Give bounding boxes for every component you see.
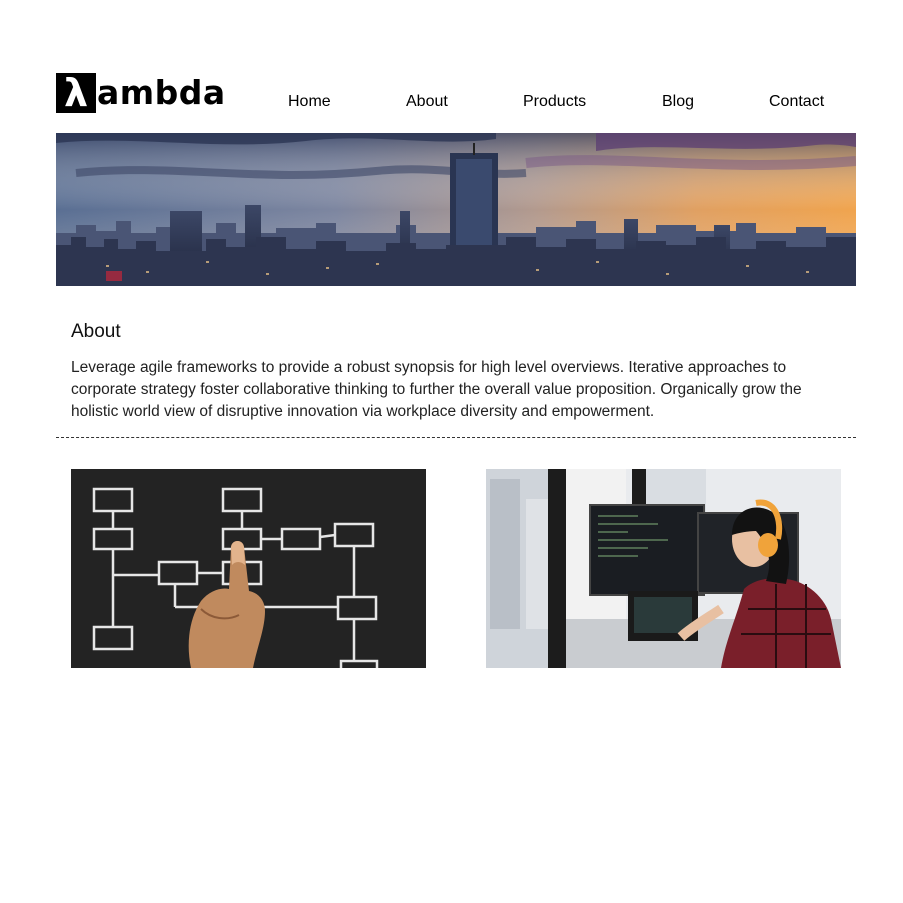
flowchart-image <box>71 469 426 668</box>
section-divider <box>56 437 856 438</box>
about-heading: About <box>71 321 121 342</box>
page: λ ambda Home About Products Blog Contact <box>0 0 903 903</box>
nav-blog[interactable]: Blog <box>662 93 694 111</box>
nav-home[interactable]: Home <box>288 93 331 111</box>
nav-contact[interactable]: Contact <box>769 93 824 111</box>
main-nav: Home About Products Blog Contact <box>0 93 903 117</box>
nav-products[interactable]: Products <box>523 93 586 111</box>
about-paragraph: Leverage agile frameworks to provide a r… <box>71 359 802 420</box>
nav-about[interactable]: About <box>406 93 448 111</box>
hero-banner-image <box>56 133 856 286</box>
developer-workspace-image <box>486 469 841 668</box>
